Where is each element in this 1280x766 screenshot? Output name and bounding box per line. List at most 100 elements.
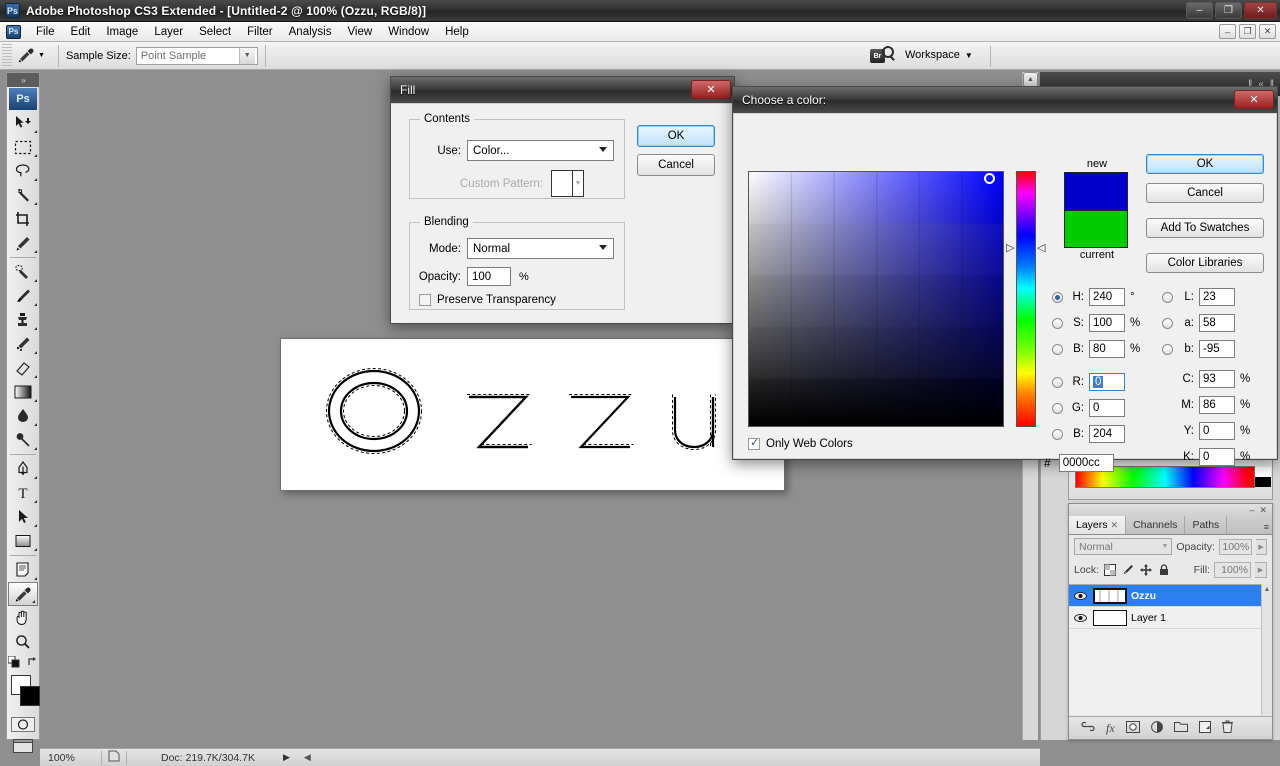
layers-scrollbar[interactable]: ▲ (1261, 584, 1272, 715)
layer-mask-icon[interactable] (1125, 720, 1140, 736)
layer-thumbnail[interactable] (1093, 587, 1127, 604)
tab-paths[interactable]: Paths (1185, 516, 1228, 534)
move-tool[interactable] (7, 111, 39, 135)
lab-l-row[interactable]: L: 23 (1162, 288, 1235, 306)
lab-a-input[interactable]: 58 (1199, 314, 1235, 332)
cyan-row[interactable]: C: 93 % (1178, 370, 1250, 388)
menu-select[interactable]: Select (191, 24, 239, 40)
cyan-input[interactable]: 93 (1199, 370, 1235, 388)
menu-image[interactable]: Image (98, 24, 146, 40)
layers-close-button[interactable]: ✕ (1259, 505, 1267, 516)
new-color-swatch[interactable] (1064, 172, 1128, 210)
brightness-row[interactable]: B: 80 % (1052, 340, 1140, 358)
lab-a-radio[interactable] (1162, 317, 1173, 329)
doc-close-button[interactable]: ✕ (1259, 24, 1276, 39)
menu-file[interactable]: File (28, 24, 63, 40)
close-icon[interactable]: ✕ (1111, 520, 1119, 531)
fill-dialog-close-button[interactable]: ✕ (691, 80, 731, 99)
layer-name[interactable]: Layer 1 (1131, 612, 1166, 624)
lasso-tool[interactable] (7, 159, 39, 183)
saturation-radio[interactable] (1052, 317, 1063, 329)
clone-stamp-tool[interactable] (7, 308, 39, 332)
color-dialog-close-button[interactable]: ✕ (1234, 90, 1274, 109)
preserve-transparency-row[interactable]: Preserve Transparency (419, 294, 556, 306)
tab-layers[interactable]: Layers ✕ (1069, 516, 1127, 534)
history-brush-tool[interactable] (7, 332, 39, 356)
mode-select[interactable]: Normal (467, 238, 614, 259)
crop-tool[interactable] (7, 207, 39, 231)
status-menu-arrow-icon[interactable]: ▶ (283, 752, 290, 763)
preserve-transparency-checkbox[interactable] (419, 294, 431, 306)
maximize-button[interactable]: ❐ (1215, 2, 1242, 19)
lock-image-icon[interactable] (1121, 562, 1135, 577)
layer-row-ozzu[interactable]: Ozzu (1069, 585, 1272, 607)
lab-l-input[interactable]: 23 (1199, 288, 1235, 306)
use-select[interactable]: Color... (467, 140, 614, 161)
layer-name[interactable]: Ozzu (1131, 590, 1156, 602)
color-field[interactable] (748, 171, 1004, 427)
adjustment-layer-icon[interactable] (1150, 720, 1163, 736)
menu-filter[interactable]: Filter (239, 24, 281, 40)
eye-icon[interactable] (1072, 591, 1089, 601)
saturation-row[interactable]: S: 100 % (1052, 314, 1140, 332)
black-white-swatch[interactable] (1254, 467, 1271, 487)
canvas-artwork[interactable] (281, 339, 784, 490)
scroll-up-button[interactable]: ▲ (1023, 72, 1038, 87)
lab-b-radio[interactable] (1162, 343, 1173, 355)
current-color-swatch[interactable] (1064, 210, 1128, 248)
default-colors-icon[interactable] (7, 655, 21, 669)
yellow-row[interactable]: Y: 0 % (1178, 422, 1250, 440)
hue-radio[interactable] (1052, 291, 1063, 303)
healing-brush-tool[interactable] (7, 260, 39, 284)
hue-input[interactable]: 240 (1089, 288, 1125, 306)
menu-layer[interactable]: Layer (146, 24, 191, 40)
blur-tool[interactable] (7, 404, 39, 428)
magic-wand-tool[interactable] (7, 183, 39, 207)
magenta-row[interactable]: M: 86 % (1178, 396, 1250, 414)
hue-slider[interactable] (1016, 171, 1036, 427)
lab-b-row[interactable]: b: -95 (1162, 340, 1235, 358)
red-row[interactable]: R: 0 (1052, 373, 1125, 391)
menu-analysis[interactable]: Analysis (281, 24, 340, 40)
saturation-input[interactable]: 100 (1089, 314, 1125, 332)
path-selection-tool[interactable] (7, 505, 39, 529)
menu-window[interactable]: Window (380, 24, 437, 40)
color-field-marker[interactable] (984, 173, 995, 184)
brightness-input[interactable]: 80 (1089, 340, 1125, 358)
options-bar-grip[interactable] (2, 43, 12, 68)
blend-mode-select[interactable]: Normal ▼ (1074, 538, 1173, 555)
red-radio[interactable] (1052, 376, 1063, 388)
blue-input[interactable]: 204 (1089, 425, 1125, 443)
notes-tool[interactable] (7, 558, 39, 582)
lab-l-radio[interactable] (1162, 291, 1173, 303)
swap-colors-icon[interactable] (27, 656, 39, 668)
green-row[interactable]: G: 0 (1052, 399, 1125, 417)
tab-channels[interactable]: Channels (1126, 516, 1186, 534)
status-scroll-left-icon[interactable]: ◀ (304, 752, 311, 763)
toolbox-expand-button[interactable]: » (7, 73, 39, 87)
brightness-radio[interactable] (1052, 343, 1063, 355)
brush-tool[interactable] (7, 284, 39, 308)
dodge-tool[interactable] (7, 428, 39, 452)
sample-size-select[interactable]: Point Sample ▼ (135, 46, 258, 65)
add-to-swatches-button[interactable]: Add To Swatches (1146, 218, 1264, 238)
zoom-tool[interactable] (7, 630, 39, 654)
eyedropper-tool[interactable] (8, 582, 38, 606)
panel-menu-icon[interactable]: ≡ (1264, 522, 1269, 532)
blue-radio[interactable] (1052, 428, 1063, 440)
fill-opacity-input[interactable]: 100 (467, 267, 511, 286)
hue-slider-right-handle-icon[interactable]: ◁ (1037, 241, 1045, 254)
scroll-up-icon[interactable]: ▲ (1262, 584, 1272, 595)
green-input[interactable]: 0 (1089, 399, 1125, 417)
black-row[interactable]: K: 0 % (1178, 448, 1250, 466)
background-color-swatch[interactable] (20, 686, 40, 706)
close-button[interactable]: ✕ (1244, 2, 1277, 19)
fill-ok-button[interactable]: OK (637, 125, 715, 147)
only-web-colors-checkbox[interactable] (748, 436, 760, 450)
black-input[interactable]: 0 (1199, 448, 1235, 466)
yellow-input[interactable]: 0 (1199, 422, 1235, 440)
fill-cancel-button[interactable]: Cancel (637, 154, 715, 176)
red-input[interactable]: 0 (1089, 373, 1125, 391)
layer-row-layer1[interactable]: Layer 1 (1069, 607, 1272, 629)
workspace-menu[interactable]: Workspace ▼ (905, 49, 973, 61)
